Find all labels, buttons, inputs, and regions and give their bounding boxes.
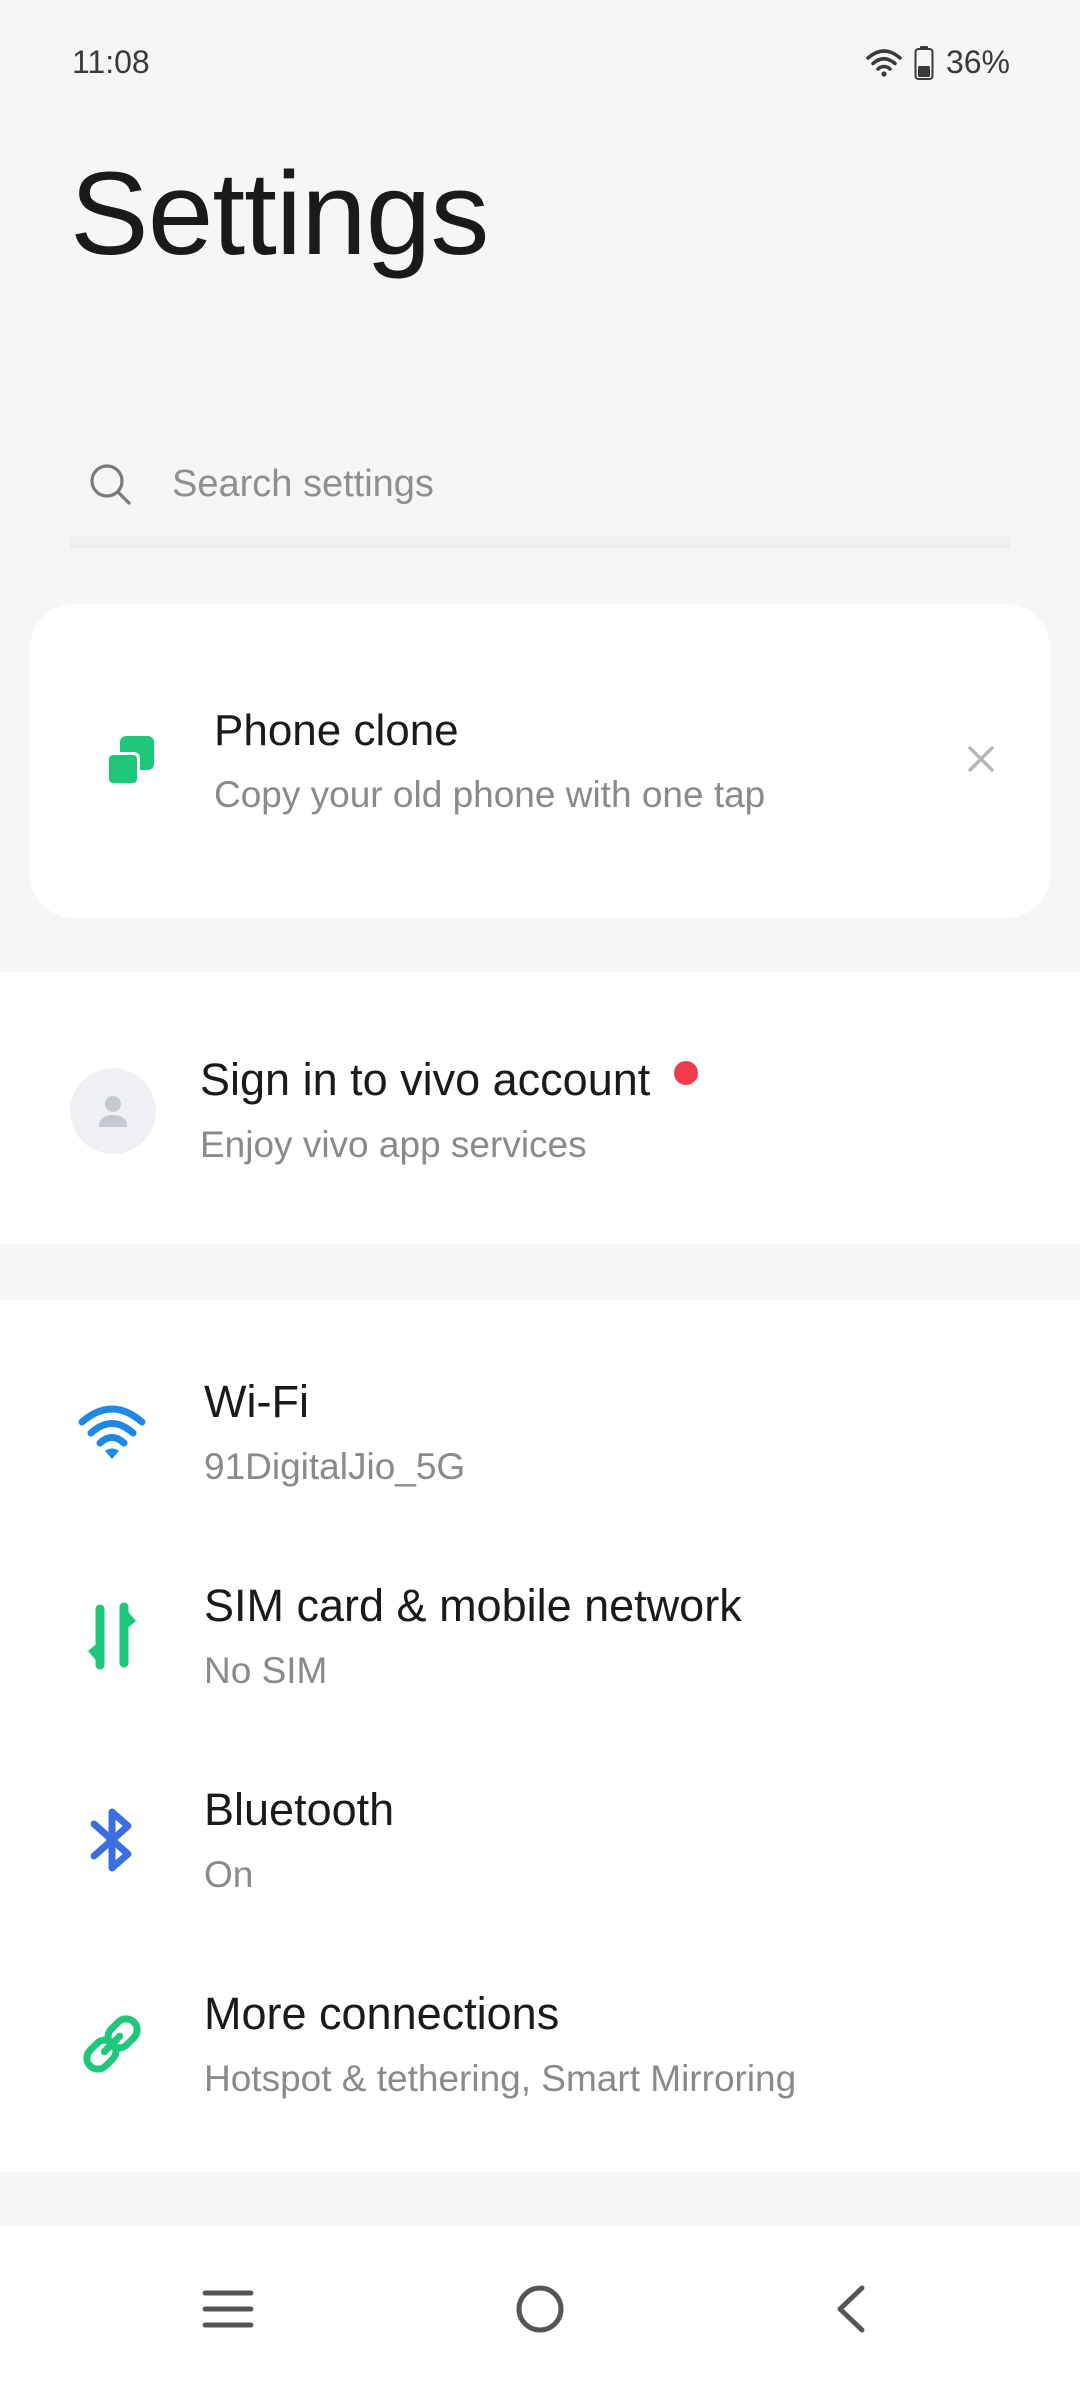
link-icon xyxy=(76,2008,148,2080)
close-button[interactable] xyxy=(960,738,1002,780)
search-input[interactable] xyxy=(170,461,934,507)
home-button[interactable] xyxy=(495,2264,585,2354)
avatar xyxy=(70,1068,156,1154)
more-connections-title: More connections xyxy=(204,1988,560,2039)
navigation-bar xyxy=(0,2226,1080,2392)
notification-dot xyxy=(674,1061,699,1085)
user-icon xyxy=(99,1096,127,1127)
phone-clone-title: Phone clone xyxy=(214,706,459,755)
phone-clone-icon xyxy=(106,736,154,786)
battery-percent: 36% xyxy=(945,44,1010,80)
wifi-subtitle: 91DigitalJio_5G xyxy=(204,1446,466,1487)
close-icon xyxy=(968,746,994,772)
bluetooth-icon xyxy=(76,1804,148,1876)
wifi-title: Wi-Fi xyxy=(204,1376,309,1427)
battery-icon xyxy=(914,45,934,80)
phone-clone-card[interactable]: Phone clone Copy your old phone with one… xyxy=(30,604,1050,918)
account-subtitle: Enjoy vivo app services xyxy=(200,1124,587,1165)
account-title: Sign in to vivo account xyxy=(200,1054,699,1106)
bluetooth-item[interactable]: Bluetooth On xyxy=(0,1738,1080,1942)
wifi-icon xyxy=(76,1396,148,1468)
back-button[interactable] xyxy=(805,2264,895,2354)
more-connections-subtitle: Hotspot & tethering, Smart Mirroring xyxy=(204,2058,797,2099)
phone-clone-subtitle: Copy your old phone with one tap xyxy=(214,774,766,815)
bluetooth-subtitle: On xyxy=(204,1854,254,1895)
sim-network-subtitle: No SIM xyxy=(204,1650,328,1691)
wifi-icon xyxy=(866,48,902,77)
connections-section: Wi-Fi 91DigitalJio_5G SIM card & mobile … xyxy=(0,1300,1080,2172)
status-icons: 36% xyxy=(866,44,1010,81)
search-bar[interactable] xyxy=(70,432,1010,548)
status-bar: 11:08 36% xyxy=(0,0,1080,130)
sim-network-icon xyxy=(76,1600,148,1672)
status-time: 11:08 xyxy=(72,44,150,80)
vivo-account-item[interactable]: Sign in to vivo account Enjoy vivo app s… xyxy=(0,972,1080,1244)
sim-network-title: SIM card & mobile network xyxy=(204,1580,742,1631)
page-title: Settings xyxy=(70,148,489,280)
back-icon xyxy=(837,2285,865,2333)
more-connections-item[interactable]: More connections Hotspot & tethering, Sm… xyxy=(0,1942,1080,2146)
menu-button[interactable] xyxy=(183,2264,273,2354)
home-icon xyxy=(516,2285,564,2333)
menu-icon xyxy=(202,2290,254,2328)
wifi-item[interactable]: Wi-Fi 91DigitalJio_5G xyxy=(0,1330,1080,1534)
sim-network-item[interactable]: SIM card & mobile network No SIM xyxy=(0,1534,1080,1738)
search-icon xyxy=(90,464,131,505)
bluetooth-title: Bluetooth xyxy=(204,1784,395,1835)
account-title-text: Sign in to vivo account xyxy=(200,1054,651,1105)
